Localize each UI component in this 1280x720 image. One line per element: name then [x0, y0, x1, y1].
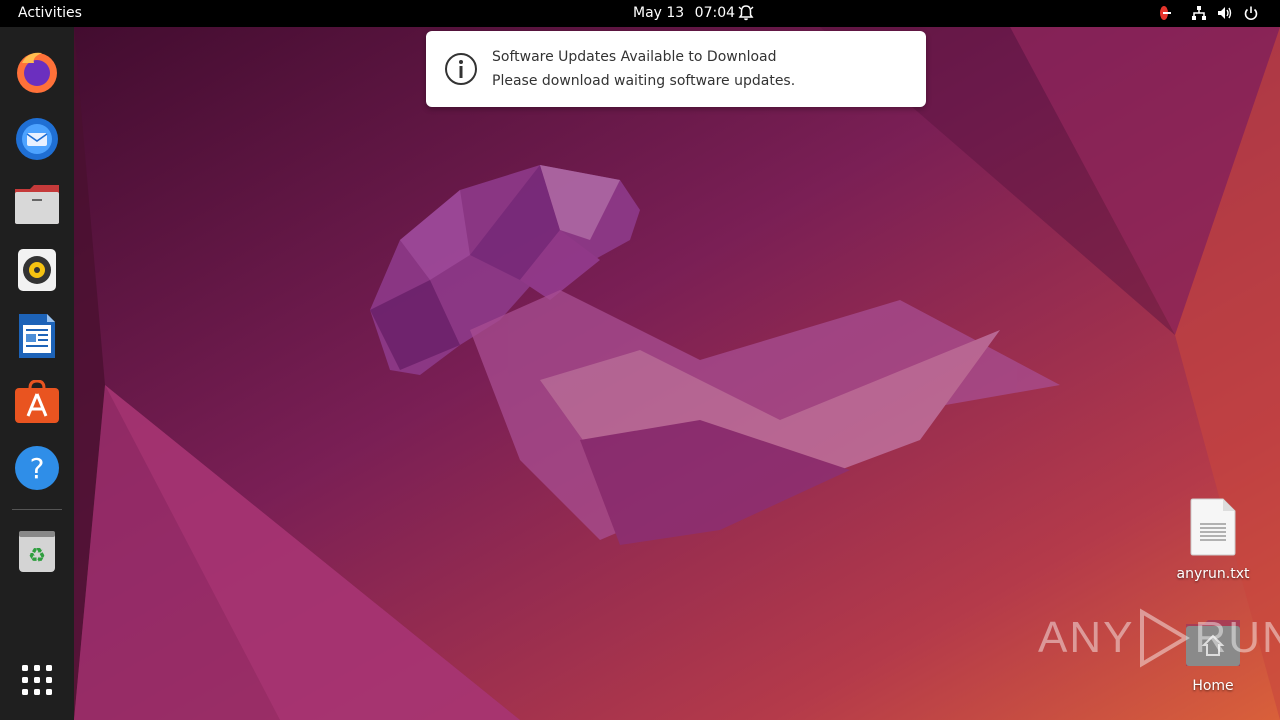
power-icon[interactable]	[1238, 4, 1264, 22]
svg-text:♻: ♻	[28, 543, 46, 567]
system-tray[interactable]	[1160, 4, 1264, 22]
thunderbird-icon	[16, 118, 58, 160]
dock-thunderbird[interactable]	[12, 113, 62, 163]
files-icon	[15, 185, 59, 224]
trash-icon: ♻	[19, 531, 55, 572]
play-triangle-icon	[1140, 608, 1191, 668]
watermark-text-left: ANY	[1038, 613, 1135, 662]
help-icon: ?	[15, 446, 59, 490]
firefox-icon	[17, 52, 57, 93]
anyrun-watermark-logo: ANY RUN	[1038, 608, 1280, 668]
text-file-icon	[1190, 498, 1236, 556]
info-icon	[445, 53, 477, 85]
do-not-disturb-icon[interactable]	[1160, 4, 1186, 22]
desktop-file-anyrun[interactable]: anyrun.txt	[1173, 498, 1253, 582]
notification-bell-icon[interactable]	[737, 4, 755, 26]
dock-separator	[12, 509, 62, 510]
volume-icon[interactable]	[1212, 4, 1238, 22]
notification-banner[interactable]: Software Updates Available to Download P…	[426, 31, 926, 107]
desktop-home-label: Home	[1192, 678, 1234, 694]
top-bar: Activities May 13 07:04	[0, 0, 1280, 27]
dock-rhythmbox[interactable]	[12, 245, 62, 295]
app-center-icon	[15, 380, 59, 423]
dock-files[interactable]	[12, 179, 62, 229]
desktop-file-label: anyrun.txt	[1176, 566, 1250, 582]
watermark-text-right: RUN	[1194, 613, 1280, 662]
dock-libreoffice-writer[interactable]	[12, 311, 62, 361]
dock-help[interactable]: ?	[12, 443, 62, 493]
notification-body: Please download waiting software updates…	[492, 73, 796, 89]
dock-firefox[interactable]	[12, 47, 62, 97]
dock-show-applications[interactable]	[12, 655, 62, 705]
dock-app-center[interactable]	[12, 377, 62, 427]
clock-time: 07:04	[694, 5, 736, 21]
dock: ? ♻	[0, 27, 74, 720]
svg-text:?: ?	[30, 452, 45, 485]
grid-icon	[22, 665, 52, 695]
clock-date: May 13	[633, 5, 685, 21]
notification-title: Software Updates Available to Download	[492, 49, 777, 65]
clock-button[interactable]: May 13 07:04	[633, 5, 735, 21]
network-icon[interactable]	[1186, 4, 1212, 22]
rhythmbox-icon	[18, 249, 56, 291]
writer-icon	[19, 314, 55, 358]
dock-trash[interactable]: ♻	[12, 525, 62, 575]
activities-button[interactable]: Activities	[18, 5, 82, 21]
